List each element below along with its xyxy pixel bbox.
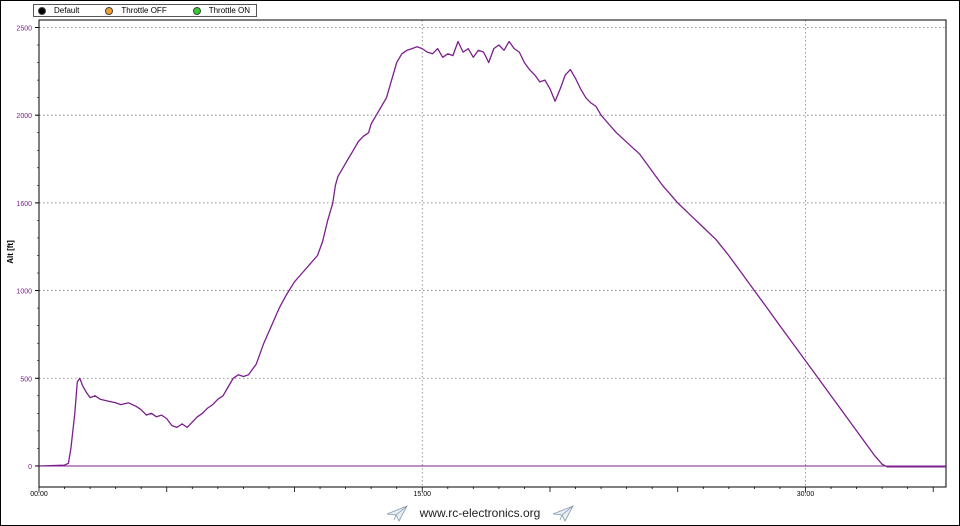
altitude-chart: 0 500 1000 1600 2000 2500 00:00 15:00 30:00 Alt … (6, 19, 947, 498)
x-tick-label: 15:00 (413, 491, 431, 498)
y-axis-label: Alt [ft] (6, 240, 15, 264)
y-tick-label: 2000 (16, 113, 32, 120)
y-tick-label: 1000 (16, 289, 32, 296)
y-tick-label: 2500 (16, 26, 32, 33)
y-tick-label: 0 (28, 464, 32, 471)
x-tick-label: 30:00 (797, 491, 815, 498)
website-link[interactable]: www.rc-electronics.org (420, 506, 541, 520)
x-tick-label: 00:00 (30, 491, 48, 498)
axes: 0 500 1000 1600 2000 2500 00:00 15:00 30:00 (16, 19, 947, 498)
altitude-series-line (38, 40, 946, 468)
paper-plane-icon (386, 505, 408, 522)
grid (38, 20, 946, 487)
y-tick-label: 1600 (16, 201, 32, 208)
series-layer (38, 40, 946, 468)
paper-plane-icon (553, 505, 575, 522)
plot-area (38, 19, 947, 488)
y-tick-label: 500 (20, 376, 32, 383)
footer: www.rc-electronics.org (0, 500, 960, 526)
